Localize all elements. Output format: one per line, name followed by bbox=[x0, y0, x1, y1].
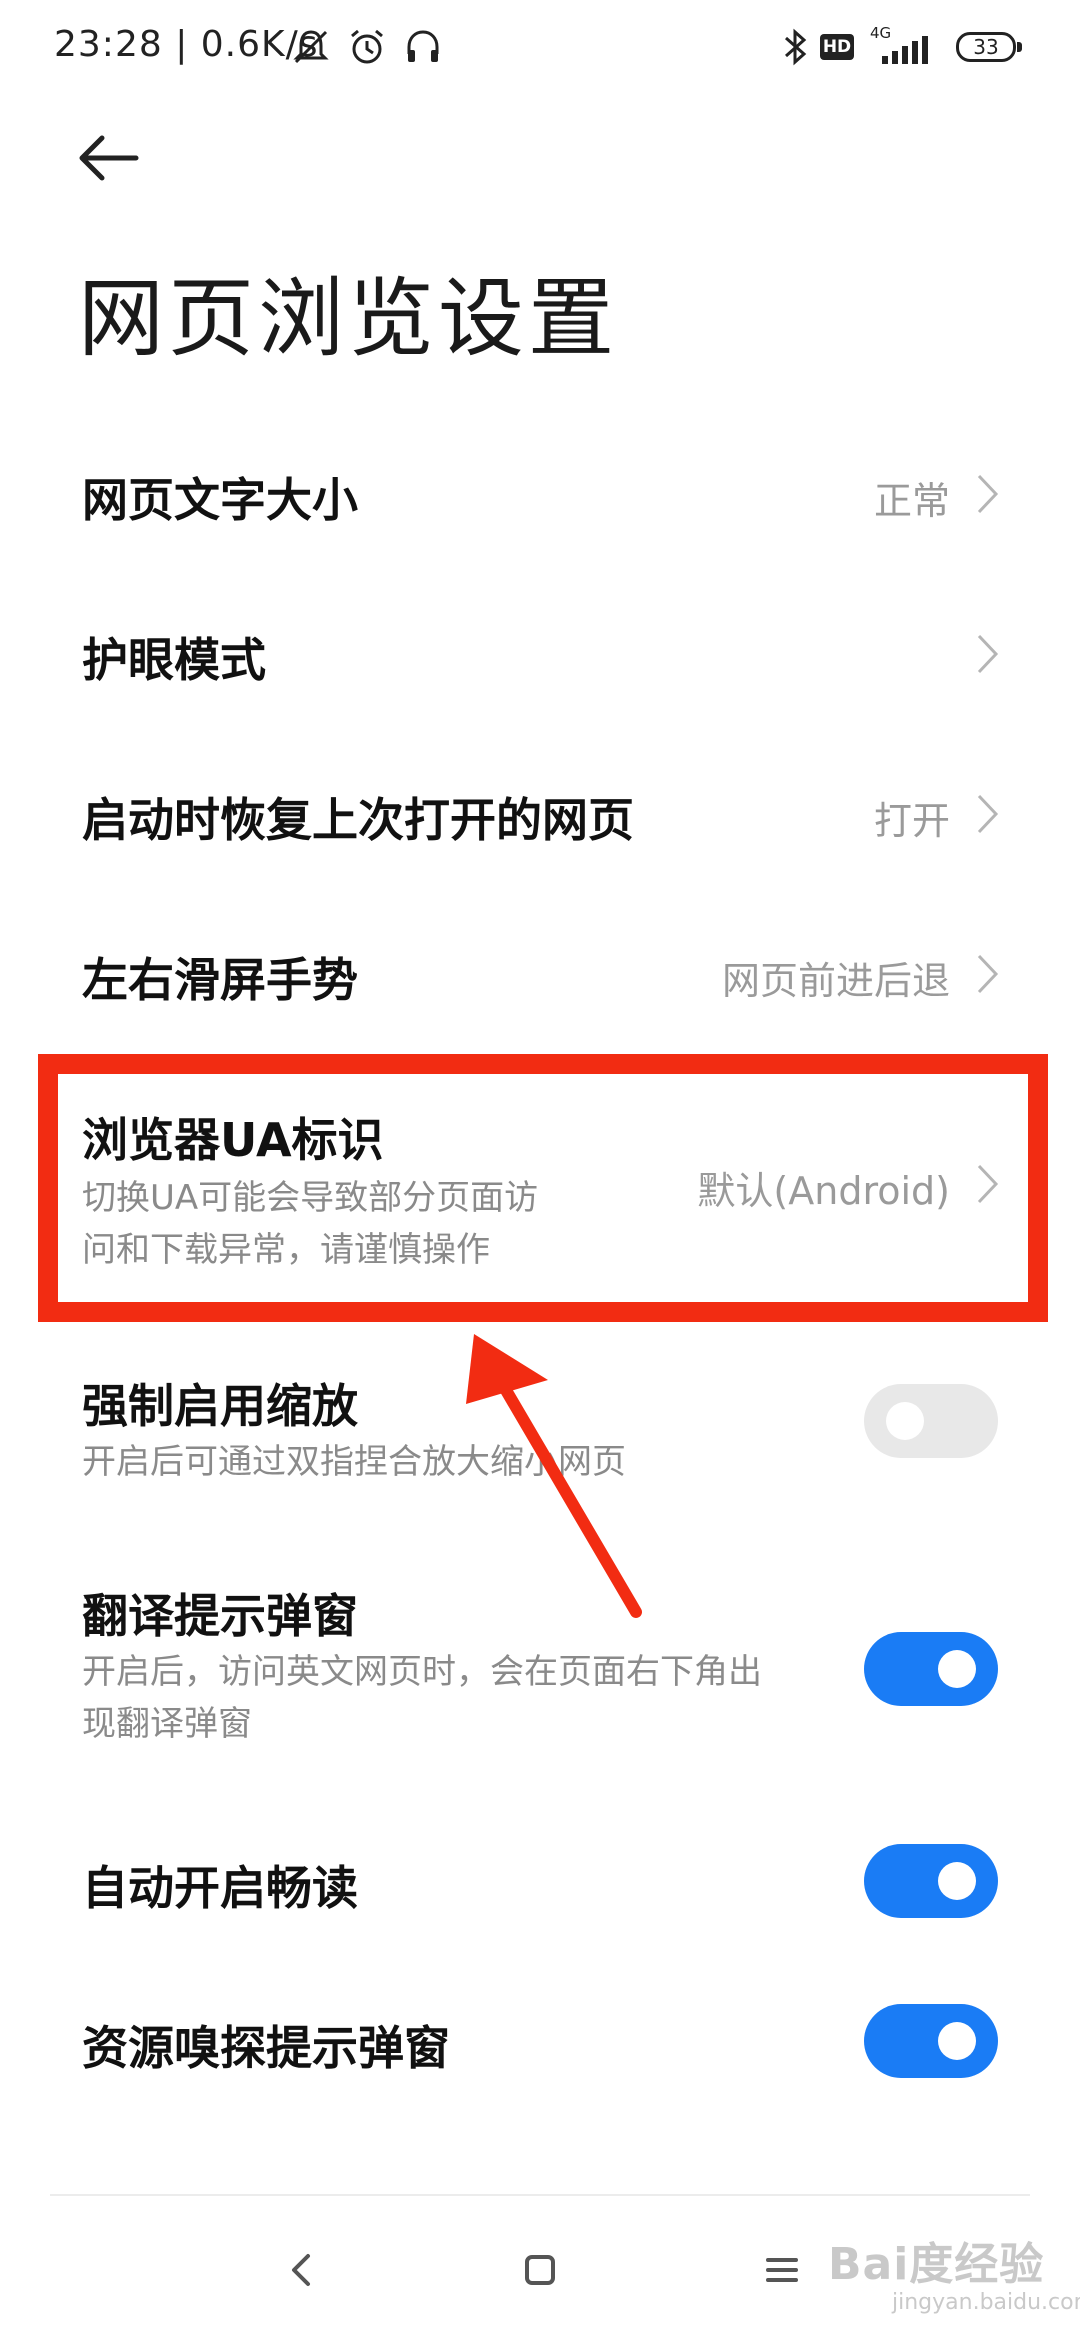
chevron-right-icon bbox=[977, 954, 999, 994]
toggle-label: 自动开启畅读 bbox=[82, 1861, 358, 1915]
toggle-switch-on[interactable] bbox=[864, 2004, 998, 2078]
watermark-url: jingyan.baidu.com bbox=[892, 2290, 1080, 2315]
toggle-sub-line-1: 开启后，访问英文网页时，会在页面右下角出 bbox=[82, 1652, 762, 1692]
nav-menu-icon[interactable] bbox=[752, 2240, 812, 2300]
toggle-label: 资源嗅探提示弹窗 bbox=[82, 2021, 450, 2075]
nav-back-icon[interactable] bbox=[272, 2240, 332, 2300]
toggle-row-resource-sniff[interactable]: 资源嗅探提示弹窗 bbox=[0, 1990, 1080, 2100]
chevron-right-icon bbox=[977, 794, 999, 834]
setting-value: 正常 bbox=[873, 479, 950, 523]
toggle-row-auto-reader[interactable]: 自动开启畅读 bbox=[0, 1830, 1080, 1940]
setting-row-text-size[interactable]: 网页文字大小 正常 bbox=[0, 440, 1080, 550]
setting-label: 网页文字大小 bbox=[82, 473, 358, 527]
hd-badge: HD bbox=[820, 34, 854, 60]
toggle-knob bbox=[886, 1402, 924, 1440]
setting-row-restore-pages[interactable]: 启动时恢复上次打开的网页 打开 bbox=[0, 760, 1080, 870]
signal-icon bbox=[882, 36, 928, 64]
alarm-icon bbox=[351, 29, 383, 64]
toggle-row-force-zoom[interactable]: 强制启用缩放 开启后可通过双指捏合放大缩小网页 bbox=[0, 1360, 1080, 1510]
battery-indicator: 33 bbox=[956, 32, 1016, 62]
nav-home-icon[interactable] bbox=[510, 2240, 570, 2300]
setting-label: 启动时恢复上次打开的网页 bbox=[82, 793, 634, 847]
setting-label: 护眼模式 bbox=[82, 633, 266, 687]
toggle-label: 强制启用缩放 bbox=[82, 1379, 358, 1433]
status-bar: 23:28 | 0.6K/s HD 4G 33 bbox=[0, 0, 1080, 96]
back-arrow-icon[interactable] bbox=[74, 128, 144, 188]
setting-value: 网页前进后退 bbox=[721, 959, 950, 1003]
chevron-right-icon bbox=[977, 474, 999, 514]
toggle-sub-line-1: 开启后可通过双指捏合放大缩小网页 bbox=[82, 1442, 626, 1482]
toggle-knob bbox=[938, 2022, 976, 2060]
battery-tip bbox=[1017, 42, 1022, 52]
toggle-switch-off[interactable] bbox=[864, 1384, 998, 1458]
setting-label: 左右滑屏手势 bbox=[82, 953, 358, 1007]
toggle-knob bbox=[938, 1862, 976, 1900]
setting-row-eye-protection[interactable]: 护眼模式 bbox=[0, 600, 1080, 710]
setting-value: 打开 bbox=[873, 799, 950, 843]
status-time-speed: 23:28 | 0.6K/s bbox=[54, 24, 319, 65]
annotation-highlight-box bbox=[38, 1054, 1048, 1322]
headphones-icon bbox=[407, 30, 439, 62]
toggle-knob bbox=[938, 1650, 976, 1688]
toggle-switch-on[interactable] bbox=[864, 1844, 998, 1918]
toggle-switch-on[interactable] bbox=[864, 1632, 998, 1706]
setting-row-swipe-gesture[interactable]: 左右滑屏手势 网页前进后退 bbox=[0, 920, 1080, 1030]
mute-bell-icon bbox=[293, 30, 329, 64]
chevron-right-icon bbox=[977, 634, 999, 674]
baidu-watermark: Bai度经验 bbox=[828, 2239, 1045, 2290]
nav-divider bbox=[50, 2194, 1030, 2196]
toggle-row-translate-popup[interactable]: 翻译提示弹窗 开启后，访问英文网页时，会在页面右下角出 现翻译弹窗 bbox=[0, 1570, 1080, 1770]
page-title: 网页浏览设置 bbox=[78, 269, 618, 369]
toggle-label: 翻译提示弹窗 bbox=[82, 1589, 358, 1643]
bluetooth-icon bbox=[785, 28, 807, 66]
screen: 23:28 | 0.6K/s HD 4G 33 网页浏览设置 网页文字大小 正常… bbox=[0, 0, 1080, 2340]
toggle-sub-line-2: 现翻译弹窗 bbox=[82, 1704, 252, 1744]
